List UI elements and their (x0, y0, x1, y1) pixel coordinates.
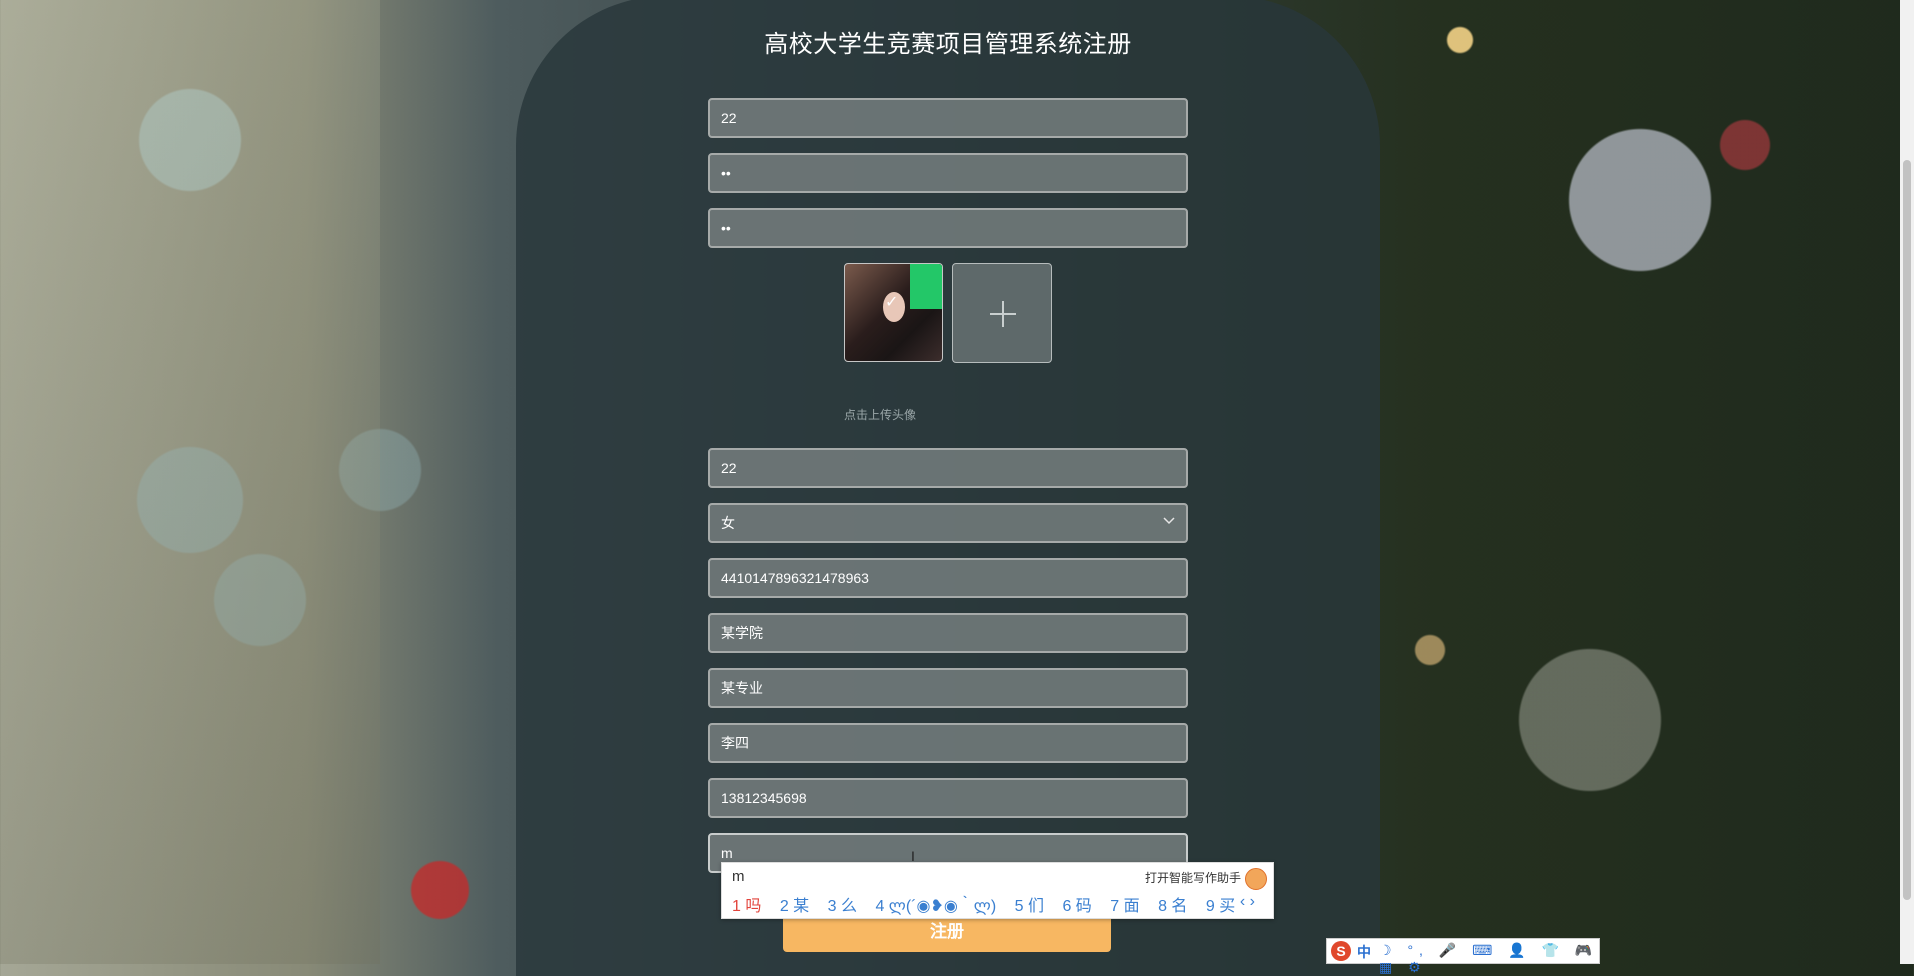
advisor-input[interactable]: 李四 (708, 723, 1188, 763)
ime-candidate[interactable]: 7 面 (1110, 898, 1139, 915)
check-icon: ✓ (885, 294, 899, 311)
background-window-light (0, 0, 380, 964)
avatar-preview[interactable]: ✓ (844, 263, 943, 362)
ime-candidate[interactable]: 3 么 (828, 898, 857, 915)
ime-candidate[interactable]: 8 名 (1158, 898, 1187, 915)
upload-avatar-hint: 点击上传头像 (843, 408, 916, 422)
ime-candidate[interactable]: 1 吗 (732, 898, 761, 915)
college-input[interactable]: 某学院 (708, 613, 1188, 653)
ime-candidate[interactable]: 6 码 (1062, 898, 1091, 915)
plus-icon (990, 301, 1016, 327)
ime-tool-icons[interactable]: ☽ °, 🎤 ⌨ 👤 👕 🎮 ▦ ⚙ (1379, 942, 1599, 976)
name-input[interactable]: 22 (708, 448, 1188, 488)
ime-mode-toggle[interactable]: 中 (1357, 942, 1371, 962)
id-number-input[interactable]: 4410147896321478963 (708, 558, 1188, 598)
ime-candidate[interactable]: 4 ლ(´◉❥◉｀ლ) (875, 898, 996, 915)
confirm-password-input[interactable]: •• (708, 208, 1188, 248)
major-input[interactable]: 某专业 (708, 668, 1188, 708)
ime-toolbar[interactable]: S 中 ☽ °, 🎤 ⌨ 👤 👕 🎮 ▦ ⚙ (1326, 938, 1600, 975)
ime-assistant-link[interactable]: 打开智能写作助手 (1145, 869, 1241, 886)
page-title: 高校大学生竞赛项目管理系统注册 (764, 31, 1132, 58)
ime-candidate-popup: m 打开智能写作助手 1 吗 2 某 3 么 4 ლ(´◉❥◉｀ლ) 5 们 6… (721, 862, 1274, 919)
chevron-down-icon (1163, 517, 1175, 525)
gender-select-value: 女 (721, 515, 735, 531)
scrollbar-thumb[interactable] (1903, 160, 1911, 900)
phone-input[interactable]: 13812345698 (708, 778, 1188, 818)
register-panel (516, 0, 1380, 976)
ime-candidate[interactable]: 9 买 (1206, 898, 1235, 915)
ime-composition: m (732, 868, 745, 885)
ime-candidate[interactable]: 5 们 (1015, 898, 1044, 915)
account-input[interactable]: 22 (708, 98, 1188, 138)
ime-candidate[interactable]: 2 某 (780, 898, 809, 915)
gender-select[interactable]: 女 (708, 503, 1188, 543)
password-input[interactable]: •• (708, 153, 1188, 193)
ime-candidate-list: 1 吗 2 某 3 么 4 ლ(´◉❥◉｀ლ) 5 们 6 码 7 面 8 名 … (732, 892, 1249, 916)
page-scrollbar[interactable] (1900, 0, 1914, 964)
avatar-upload-button[interactable] (952, 263, 1052, 363)
avatar-bg-green (910, 264, 942, 309)
ime-page-nav[interactable]: ‹ › (1240, 893, 1255, 911)
sogou-logo-icon[interactable]: S (1331, 941, 1351, 961)
assistant-icon[interactable] (1245, 868, 1267, 890)
